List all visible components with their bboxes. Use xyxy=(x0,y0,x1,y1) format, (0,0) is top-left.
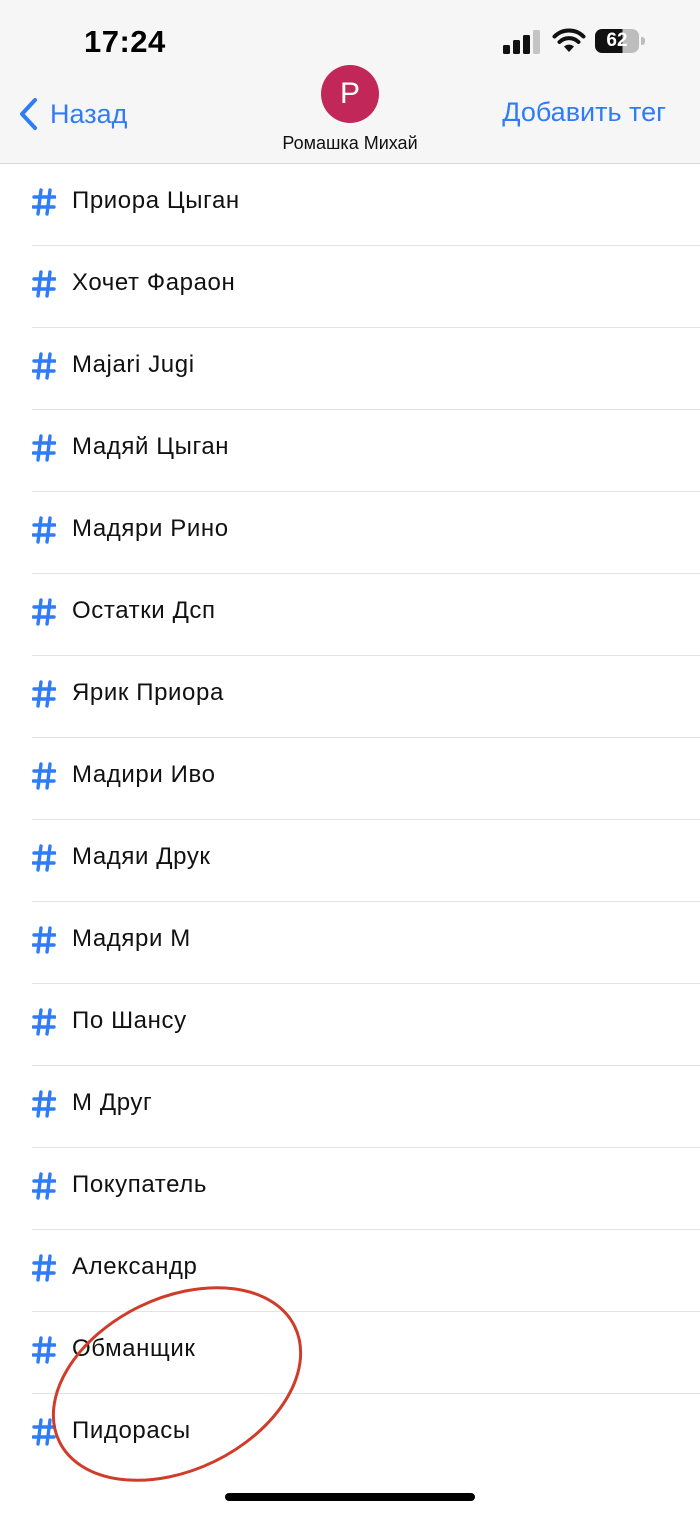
hashtag-icon xyxy=(32,598,56,626)
tag-label: М Друг xyxy=(72,1089,153,1116)
chevron-left-icon xyxy=(20,98,37,130)
tag-label: Хочет Фараон xyxy=(72,269,236,296)
tag-label: Мадяй Цыган xyxy=(72,433,230,460)
add-tag-button[interactable]: Добавить тег xyxy=(502,97,666,128)
hashtag-icon xyxy=(32,516,56,544)
contact-tags-screen: 17:24 62 Назад P Ромашка Михай Добавить … xyxy=(0,0,700,1514)
tag-row[interactable]: По Шансу xyxy=(32,984,700,1066)
contact-name[interactable]: Ромашка Михай xyxy=(250,133,450,154)
tag-row[interactable]: Мадяи Друк xyxy=(32,820,700,902)
tag-label: Александр xyxy=(72,1253,198,1280)
tag-label: По Шансу xyxy=(72,1007,187,1034)
battery-indicator: 62 xyxy=(595,29,645,53)
hashtag-icon xyxy=(32,434,56,462)
hashtag-icon xyxy=(32,270,56,298)
hashtag-icon xyxy=(32,1418,56,1446)
hashtag-icon xyxy=(32,844,56,872)
tag-label: Обманщик xyxy=(72,1335,196,1362)
battery-cap xyxy=(641,37,645,45)
home-indicator[interactable] xyxy=(225,1493,475,1501)
tag-label: Мадири Иво xyxy=(72,761,216,788)
tag-label: Мадяри М xyxy=(72,925,191,952)
tag-label: Остатки Дсп xyxy=(72,597,216,624)
wifi-icon xyxy=(552,28,586,52)
tag-label: Покупатель xyxy=(72,1171,207,1198)
tag-list: Приора Цыган Хочет Фараон Majari Jugi Ма… xyxy=(0,164,700,1475)
hashtag-icon xyxy=(32,1336,56,1364)
tag-label: Majari Jugi xyxy=(72,351,195,378)
tag-label: Ярик Приора xyxy=(72,679,224,706)
tag-row[interactable]: Обманщик xyxy=(32,1312,700,1394)
back-button[interactable]: Назад xyxy=(18,92,127,136)
tag-row[interactable]: Ярик Приора xyxy=(32,656,700,738)
hashtag-icon xyxy=(32,1008,56,1036)
tag-row[interactable]: Мадяри Рино xyxy=(32,492,700,574)
avatar[interactable]: P xyxy=(321,65,379,123)
tag-label: Пидорасы xyxy=(72,1417,191,1444)
battery-level: 62 xyxy=(606,30,628,51)
hashtag-icon xyxy=(32,1090,56,1118)
tag-row[interactable]: Мадири Иво xyxy=(32,738,700,820)
tag-row[interactable]: Покупатель xyxy=(32,1148,700,1230)
tag-row[interactable]: М Друг xyxy=(32,1066,700,1148)
tag-row[interactable]: Приора Цыган xyxy=(32,164,700,246)
cellular-signal-icon xyxy=(503,30,540,54)
header-bar: 17:24 62 Назад P Ромашка Михай Добавить … xyxy=(0,0,700,164)
hashtag-icon xyxy=(32,680,56,708)
tag-row[interactable]: Александр xyxy=(32,1230,700,1312)
tag-row[interactable]: Majari Jugi xyxy=(32,328,700,410)
hashtag-icon xyxy=(32,352,56,380)
hashtag-icon xyxy=(32,188,56,216)
tag-label: Приора Цыган xyxy=(72,187,240,214)
tag-row[interactable]: Остатки Дсп xyxy=(32,574,700,656)
hashtag-icon xyxy=(32,1254,56,1282)
hashtag-icon xyxy=(32,1172,56,1200)
tag-label: Мадяи Друк xyxy=(72,843,211,870)
status-time: 17:24 xyxy=(84,24,166,59)
hashtag-icon xyxy=(32,926,56,954)
tag-row[interactable]: Хочет Фараон xyxy=(32,246,700,328)
tag-row[interactable]: Мадяй Цыган xyxy=(32,410,700,492)
tag-row[interactable]: Мадяри М xyxy=(32,902,700,984)
back-label: Назад xyxy=(50,98,128,129)
tag-row[interactable]: Пидорасы xyxy=(32,1394,700,1475)
tag-label: Мадяри Рино xyxy=(72,515,229,542)
hashtag-icon xyxy=(32,762,56,790)
